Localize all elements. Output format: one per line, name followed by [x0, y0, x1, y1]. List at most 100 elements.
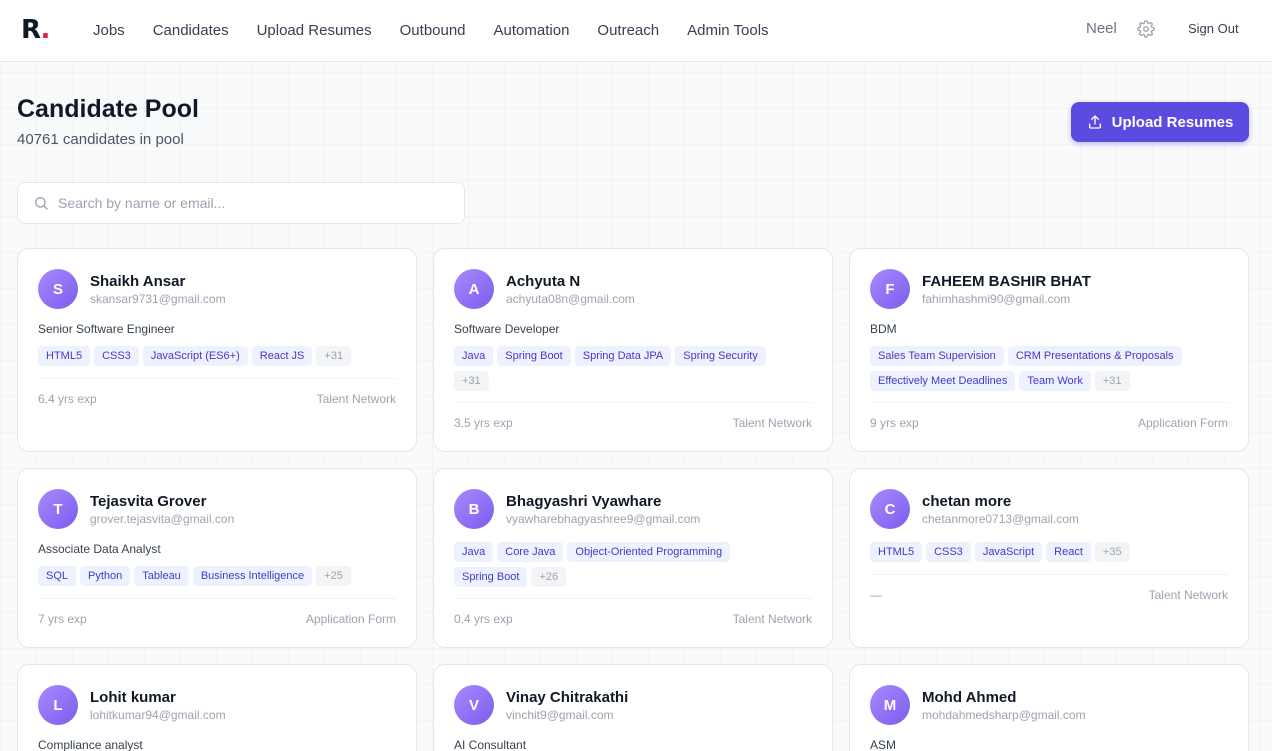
- candidate-source: Talent Network: [732, 612, 812, 626]
- search-box: [17, 182, 465, 224]
- skill-tags: HTML5 CSS3 JavaScript (ES6+) React JS +3…: [38, 346, 398, 366]
- skill-tag: Tableau: [134, 566, 189, 586]
- experience: 7 yrs exp: [38, 612, 87, 626]
- candidate-name: chetan more: [922, 493, 1012, 510]
- upload-button-label: Upload Resumes: [1111, 113, 1234, 131]
- candidate-card[interactable]: T Tejasvita Grover grover.tejasvita@gmai…: [17, 468, 417, 648]
- candidate-card[interactable]: A Achyuta N achyuta08n@gmail.com Softwar…: [433, 248, 833, 452]
- candidate-card[interactable]: V Vinay Chitrakathi vinchit9@gmail.com A…: [433, 664, 833, 751]
- candidate-email: lohitkumar94@gmail.com: [90, 708, 226, 722]
- more-skills-badge: +25: [316, 566, 351, 586]
- divider: [38, 598, 396, 599]
- skill-tag: Business Intelligence: [192, 566, 313, 586]
- candidate-email: chetanmore0713@gmail.com: [922, 512, 1079, 526]
- candidate-name: Tejasvita Grover: [90, 493, 207, 510]
- skill-tag: SQL: [38, 566, 77, 586]
- upload-resumes-button[interactable]: Upload Resumes: [1071, 102, 1249, 142]
- candidate-name: Mohd Ahmed: [922, 689, 1017, 706]
- candidate-email: vinchit9@gmail.com: [506, 708, 614, 722]
- skill-tag: Spring Boot: [497, 346, 571, 366]
- top-nav: R. Jobs Candidates Upload Resumes Outbou…: [0, 0, 1272, 62]
- page-title: Candidate Pool: [17, 95, 199, 123]
- avatar: V: [454, 685, 494, 725]
- more-skills-badge: +26: [531, 567, 567, 587]
- experience: 3.5 yrs exp: [454, 416, 513, 430]
- candidate-card[interactable]: L Lohit kumar lohitkumar94@gmail.com Com…: [17, 664, 417, 751]
- skill-tag: Java: [454, 346, 494, 366]
- nav-admin-tools[interactable]: Admin Tools: [687, 22, 768, 39]
- candidate-title: BDM: [870, 322, 897, 336]
- skill-tag: JavaScript: [974, 542, 1043, 562]
- candidate-card[interactable]: S Shaikh Ansar skansar9731@gmail.com Sen…: [17, 248, 417, 452]
- skill-tag: CRM Presentations & Proposals: [1007, 346, 1182, 366]
- more-skills-badge: +31: [1094, 371, 1130, 391]
- user-name: Neel: [1086, 20, 1117, 37]
- avatar: L: [38, 685, 78, 725]
- experience: 6.4 yrs exp: [38, 392, 97, 406]
- candidate-email: achyuta08n@gmail.com: [506, 292, 635, 306]
- skill-tags: Sales Team Supervision CRM Presentations…: [870, 346, 1230, 391]
- candidate-name: Bhagyashri Vyawhare: [506, 493, 662, 510]
- candidate-name: Vinay Chitrakathi: [506, 689, 629, 706]
- candidate-name: FAHEEM BASHIR BHAT: [922, 273, 1091, 290]
- skill-tag: Core Java: [497, 542, 564, 562]
- skill-tag: CSS3: [94, 346, 139, 366]
- app-logo[interactable]: R.: [21, 15, 51, 45]
- candidate-title: Associate Data Analyst: [38, 542, 161, 556]
- candidate-name: Achyuta N: [506, 273, 581, 290]
- skill-tags: SQL Python Tableau Business Intelligence…: [38, 566, 398, 586]
- skill-tag: React JS: [251, 346, 313, 366]
- gear-icon[interactable]: [1137, 20, 1155, 38]
- more-skills-badge: +31: [316, 346, 352, 366]
- skill-tag: Spring Data JPA: [574, 346, 672, 366]
- skill-tag: Object-Oriented Programming: [567, 542, 731, 562]
- candidate-title: Senior Software Engineer: [38, 322, 175, 336]
- skill-tag: Java: [454, 542, 494, 562]
- avatar: C: [870, 489, 910, 529]
- candidate-email: fahimhashmi90@gmail.com: [922, 292, 1071, 306]
- skill-tag: Spring Boot: [454, 567, 528, 587]
- candidate-card[interactable]: M Mohd Ahmed mohdahmedsharp@gmail.com AS…: [849, 664, 1249, 751]
- divider: [38, 378, 396, 379]
- nav-outreach[interactable]: Outreach: [597, 22, 659, 39]
- avatar: B: [454, 489, 494, 529]
- skill-tag: CSS3: [926, 542, 971, 562]
- skill-tag: Spring Security: [675, 346, 766, 366]
- candidate-count: 40761 candidates in pool: [17, 131, 184, 148]
- candidate-email: vyawharebhagyashree9@gmail.com: [506, 512, 701, 526]
- experience: 0.4 yrs exp: [454, 612, 513, 626]
- avatar: M: [870, 685, 910, 725]
- candidate-email: skansar9731@gmail.com: [90, 292, 226, 306]
- candidate-card[interactable]: B Bhagyashri Vyawhare vyawharebhagyashre…: [433, 468, 833, 648]
- nav-upload-resumes[interactable]: Upload Resumes: [257, 22, 372, 39]
- nav-candidates[interactable]: Candidates: [153, 22, 229, 39]
- search-input[interactable]: [58, 183, 458, 223]
- skill-tag: Effectively Meet Deadlines: [870, 371, 1016, 391]
- avatar: T: [38, 489, 78, 529]
- nav-outbound[interactable]: Outbound: [400, 22, 466, 39]
- logo-letter: R: [21, 15, 41, 45]
- upload-icon: [1087, 114, 1103, 130]
- divider: [454, 598, 812, 599]
- candidate-source: Application Form: [1137, 416, 1228, 430]
- nav-automation[interactable]: Automation: [494, 22, 570, 39]
- candidate-name: Shaikh Ansar: [90, 273, 186, 290]
- avatar: S: [38, 269, 78, 309]
- candidate-source: Application Form: [305, 612, 396, 626]
- candidate-email: mohdahmedsharp@gmail.com: [922, 708, 1086, 722]
- candidate-title: ASM: [870, 738, 897, 751]
- sign-out-button[interactable]: Sign Out: [1188, 21, 1239, 36]
- candidate-card[interactable]: F FAHEEM BASHIR BHAT fahimhashmi90@gmail…: [849, 248, 1249, 452]
- divider: [870, 402, 1228, 403]
- skill-tag: Team Work: [1019, 371, 1091, 391]
- nav-jobs[interactable]: Jobs: [93, 22, 125, 39]
- skill-tags: Java Spring Boot Spring Data JPA Spring …: [454, 346, 814, 391]
- candidate-name: Lohit kumar: [90, 689, 176, 706]
- more-skills-badge: +31: [454, 371, 489, 391]
- candidate-title: Software Developer: [454, 322, 560, 336]
- skill-tag: React: [1046, 542, 1091, 562]
- divider: [454, 402, 812, 403]
- more-skills-badge: +35: [1094, 542, 1130, 562]
- candidate-card[interactable]: C chetan more chetanmore0713@gmail.com H…: [849, 468, 1249, 648]
- logo-dot: .: [40, 15, 51, 45]
